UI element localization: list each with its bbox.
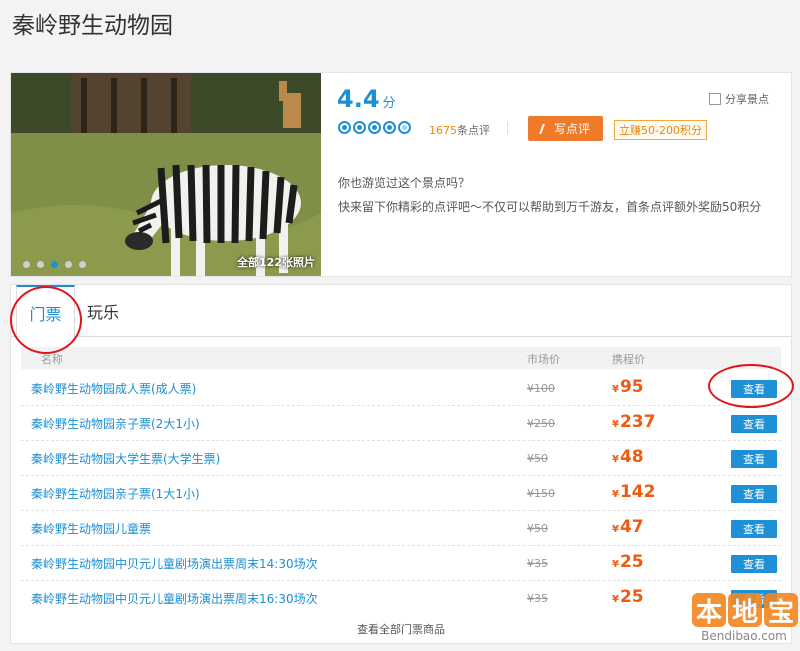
market-price: ¥100 [527, 382, 555, 395]
review-prompt-question: 你也游览过这个景点吗？ [338, 176, 471, 190]
ticket-price: ¥47 [612, 517, 644, 537]
ticket-name-link[interactable]: 秦岭野生动物园中贝元儿童剧场演出票周末14:30场次 [31, 555, 318, 572]
rating-score: 4.4 分 [337, 85, 396, 113]
ticket-row: 秦岭野生动物园大学生票(大学生票) ¥50 ¥48 查看 [21, 441, 781, 476]
ticket-row: 秦岭野生动物园儿童票 ¥50 ¥47 查看 [21, 511, 781, 546]
column-header-price: 携程价 [612, 353, 645, 366]
view-button[interactable]: 查看 [731, 415, 777, 433]
market-price: ¥250 [527, 417, 555, 430]
ticket-name-link[interactable]: 秦岭野生动物园成人票(成人票) [31, 380, 196, 397]
all-photos-link[interactable]: 全部122张照片 [237, 254, 315, 270]
carousel-dot[interactable] [65, 261, 72, 268]
star-icon [383, 121, 396, 134]
attraction-photo[interactable]: 全部122张照片 [11, 73, 321, 276]
zebra-photo-image [11, 73, 321, 276]
write-review-button[interactable]: 写点评 [528, 116, 603, 141]
review-count-link[interactable]: 1675条点评 [429, 122, 490, 138]
ticket-row: 秦岭野生动物园成人票(成人票) ¥100 ¥95 查看 [21, 371, 781, 406]
view-button[interactable]: 查看 [731, 555, 777, 573]
tab-activities[interactable]: 玩乐 [83, 285, 123, 337]
watermark-logo: 本 地 宝 [690, 593, 798, 628]
view-button[interactable]: 查看 [731, 450, 777, 468]
ticket-price: ¥142 [612, 482, 656, 502]
ticket-price: ¥25 [612, 552, 644, 572]
star-half-icon [398, 121, 411, 134]
ticket-row: 秦岭野生动物园中贝元儿童剧场演出票周末16:30场次 ¥35 ¥25 查看 [21, 581, 781, 616]
ticket-price: ¥95 [612, 377, 644, 397]
view-button[interactable]: 查看 [731, 485, 777, 503]
ticket-name-link[interactable]: 秦岭野生动物园儿童票 [31, 520, 151, 537]
carousel-dot[interactable] [79, 261, 86, 268]
attraction-summary-card: 全部122张照片 4.4 分 分享景点 1675条点评 写点评 立赚50-200积… [10, 72, 792, 277]
pen-icon [539, 123, 551, 134]
tab-bar: 门票 玩乐 [11, 285, 791, 338]
ticket-price: ¥237 [612, 412, 656, 432]
ticket-name-link[interactable]: 秦岭野生动物园大学生票(大学生票) [31, 450, 220, 467]
market-price: ¥50 [527, 452, 548, 465]
watermark: 本 地 宝 Bendibao.com [690, 593, 798, 643]
carousel-dot[interactable] [37, 261, 44, 268]
column-header-market-price: 市场价 [527, 353, 560, 366]
market-price: ¥35 [527, 592, 548, 605]
divider [507, 122, 508, 134]
ticket-name-link[interactable]: 秦岭野生动物园亲子票(1大1小) [31, 485, 200, 502]
ticket-row: 秦岭野生动物园亲子票(1大1小) ¥150 ¥142 查看 [21, 476, 781, 511]
star-icon [368, 121, 381, 134]
watermark-url: Bendibao.com [701, 629, 787, 643]
ticket-name-link[interactable]: 秦岭野生动物园亲子票(2大1小) [31, 415, 200, 432]
table-header: 名称 市场价 携程价 [21, 347, 781, 369]
star-icon [338, 121, 351, 134]
page-title: 秦岭野生动物园 [12, 13, 173, 39]
ticket-price: ¥48 [612, 447, 644, 467]
market-price: ¥35 [527, 557, 548, 570]
star-rating [338, 121, 411, 134]
view-all-tickets-link[interactable]: 查看全部门票商品 [11, 615, 791, 643]
share-label: 分享景点 [725, 93, 769, 106]
market-price: ¥50 [527, 522, 548, 535]
points-bonus-badge: 立赚50-200积分 [614, 120, 707, 140]
ticket-row: 秦岭野生动物园中贝元儿童剧场演出票周末14:30场次 ¥35 ¥25 查看 [21, 546, 781, 581]
market-price: ¥150 [527, 487, 555, 500]
tab-tickets[interactable]: 门票 [16, 285, 75, 338]
ticket-row: 秦岭野生动物园亲子票(2大1小) ¥250 ¥237 查看 [21, 406, 781, 441]
view-button[interactable]: 查看 [731, 520, 777, 538]
column-header-name: 名称 [41, 353, 63, 366]
tickets-card: 门票 玩乐 名称 市场价 携程价 秦岭野生动物园成人票(成人票) ¥100 ¥9… [10, 284, 792, 644]
share-icon [709, 93, 721, 105]
ticket-price: ¥25 [612, 587, 644, 607]
ticket-name-link[interactable]: 秦岭野生动物园中贝元儿童剧场演出票周末16:30场次 [31, 590, 318, 607]
carousel-dots [23, 261, 86, 268]
review-prompt-text: 快来留下你精彩的点评吧～不仅可以帮助到万千游友，首条点评额外奖励50积分 [338, 200, 762, 214]
carousel-dot-active[interactable] [51, 261, 58, 268]
star-icon [353, 121, 366, 134]
view-button[interactable]: 查看 [731, 380, 777, 398]
ticket-list: 秦岭野生动物园成人票(成人票) ¥100 ¥95 查看 秦岭野生动物园亲子票(2… [21, 371, 781, 616]
share-button[interactable]: 分享景点 [709, 91, 769, 107]
carousel-dot[interactable] [23, 261, 30, 268]
